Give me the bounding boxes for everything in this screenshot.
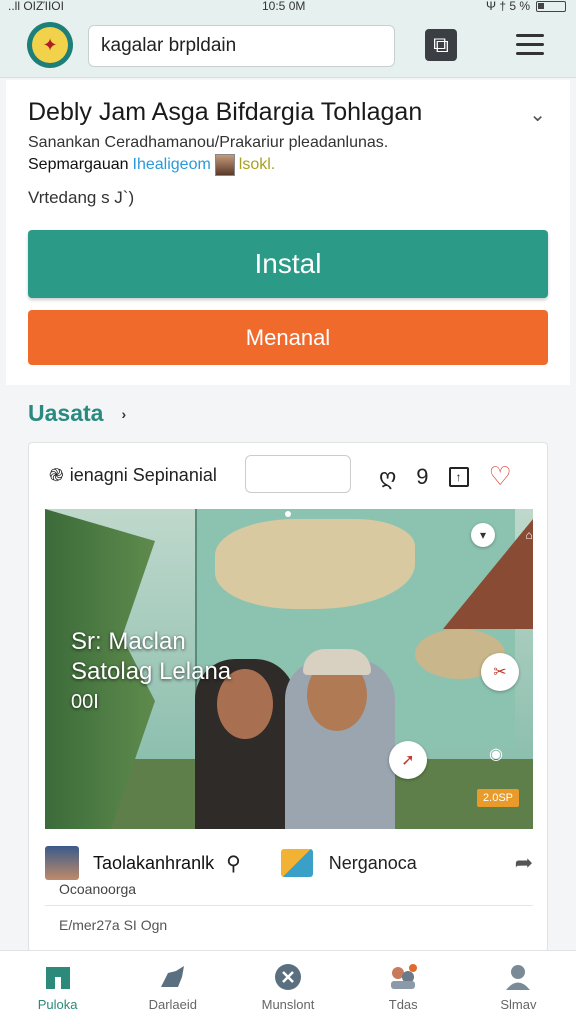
app-meta: Vrtedang s J`) — [28, 188, 135, 207]
section-title: Uasata — [28, 400, 104, 426]
top-bar: ✦ kagalar brpldain ⧉ — [0, 14, 576, 78]
location-pin-icon[interactable]: ▾ — [471, 523, 495, 547]
app-info-card: Debly Jam Asga Bifdargia Tohlagan ⌄ Sana… — [6, 80, 570, 385]
photo-map-land — [215, 519, 415, 609]
divider — [45, 905, 533, 906]
share-icon[interactable]: ➦ — [515, 850, 533, 876]
post-actions: ღ 9 ↑ ♡ — [379, 461, 512, 492]
photo-caption-line2: Satolag Lelana — [71, 658, 232, 685]
carousel-dot — [285, 511, 291, 517]
chevron-right-icon: › — [121, 405, 127, 422]
photo-caption-line1: Sr: Maclan — [71, 628, 186, 655]
nav-label-slmav: Slmav — [500, 997, 537, 1012]
developer-thumbnail — [214, 154, 235, 176]
post-author-row: Taolakanhranlk ⚲ Nerganoca ➦ — [45, 843, 533, 883]
bottom-nav: Puloka Darlaeid Munslont Tdas Slmav — [0, 950, 576, 1024]
status-icons: Ψ † 5 % — [485, 0, 530, 13]
map-icon — [280, 849, 313, 877]
save-icon[interactable]: ↑ — [448, 466, 469, 487]
nav-item-tdas[interactable]: Tdas — [346, 951, 461, 1024]
developer-label: Sepmargauan — [28, 156, 129, 173]
photo-caption: Sr: Maclan Satolag Lelana 00I — [71, 627, 231, 717]
search-icon[interactable]: ⚲ — [226, 851, 241, 876]
comment-icon[interactable]: ღ — [379, 464, 396, 490]
close-circle-icon — [275, 964, 301, 990]
nav-label-darlaeid: Darlaeid — [148, 997, 198, 1012]
tool-icon[interactable]: ✂ — [481, 653, 519, 691]
status-right: Ψ † 5 % — [486, 0, 566, 13]
nav-item-darlaeid[interactable]: Darlaeid — [115, 951, 230, 1024]
nav-label-home: Puloka — [37, 997, 78, 1012]
nav-item-slmav[interactable]: Slmav — [461, 951, 576, 1024]
app-subtitle: Sanankan Ceradhamanou/Prakariur pleadanl… — [28, 134, 389, 151]
nav-label-munslont: Munslont — [261, 997, 315, 1012]
hamburger-menu-icon[interactable] — [516, 34, 544, 56]
signal-indicator: ..ll ΟΙΖΊΙΟΙ — [8, 0, 64, 13]
spiral-icon: ֎ — [49, 465, 64, 485]
status-bar: ..ll ΟΙΖΊΙΟΙ 10:5 0M Ψ † 5 % — [0, 0, 576, 14]
secondary-button[interactable]: Menanal — [28, 310, 548, 365]
camera-icon[interactable]: ◉ — [477, 735, 515, 773]
post-card: ֎ ienagni Sepinanial ღ 9 ↑ ♡ Sr: Maclan … — [28, 442, 548, 952]
battery-icon — [536, 0, 566, 12]
post-header-label: ienagni Sepinanial — [69, 464, 217, 485]
photo-badge: 2.0SP — [477, 789, 519, 807]
nav-item-munslont[interactable]: Munslont — [230, 951, 345, 1024]
post-header: ֎ ienagni Sepinanial — [49, 463, 217, 487]
nav-label-tdas: Tdas — [388, 997, 418, 1012]
animal-icon — [160, 966, 184, 987]
garuda-emblem-icon: ✦ — [32, 27, 68, 63]
developer-tag: lsokl. — [238, 156, 276, 173]
developer-link[interactable]: Ihealigeom — [133, 156, 211, 174]
tag-label[interactable]: Nerganoca — [329, 853, 515, 874]
post-meta-1: Ocoanoorga — [59, 881, 137, 897]
tab-switcher-icon[interactable]: ⧉ — [425, 29, 457, 61]
bookmark-icon[interactable]: ⌂ — [519, 525, 533, 545]
chevron-down-icon[interactable]: ⌄ — [529, 102, 546, 127]
app-title: Debly Jam Asga Bifdargia Tohlagan — [28, 98, 423, 126]
profile-icon — [506, 965, 531, 990]
nine-icon[interactable]: 9 — [416, 464, 428, 490]
app-logo[interactable]: ✦ — [27, 22, 73, 68]
photo-caption-line3: 00I — [71, 691, 99, 713]
avatar[interactable] — [45, 846, 79, 880]
post-input[interactable] — [245, 455, 351, 493]
app-developer-line: Sepmargauan Ihealigeom lsokl. — [28, 154, 275, 176]
post-meta-2: E/mer27a SI Ogn — [59, 917, 168, 933]
photo-cap — [303, 649, 371, 675]
author-name[interactable]: Taolakanhranlk — [93, 853, 214, 874]
install-button[interactable]: Instal — [28, 230, 548, 298]
search-input[interactable]: kagalar brpldain — [88, 25, 395, 67]
directions-icon[interactable]: ➚ — [389, 741, 427, 779]
section-header[interactable]: Uasata › — [28, 400, 126, 427]
heart-icon[interactable]: ♡ — [489, 461, 512, 492]
status-time: 10:5 0M — [262, 0, 306, 13]
nav-item-home[interactable]: Puloka — [0, 951, 115, 1024]
home-icon — [45, 967, 70, 989]
post-photo[interactable]: Sr: Maclan Satolag Lelana 00I ▾ ⌂ ✂ ➚ ◉ … — [45, 509, 533, 829]
people-icon — [391, 964, 418, 989]
